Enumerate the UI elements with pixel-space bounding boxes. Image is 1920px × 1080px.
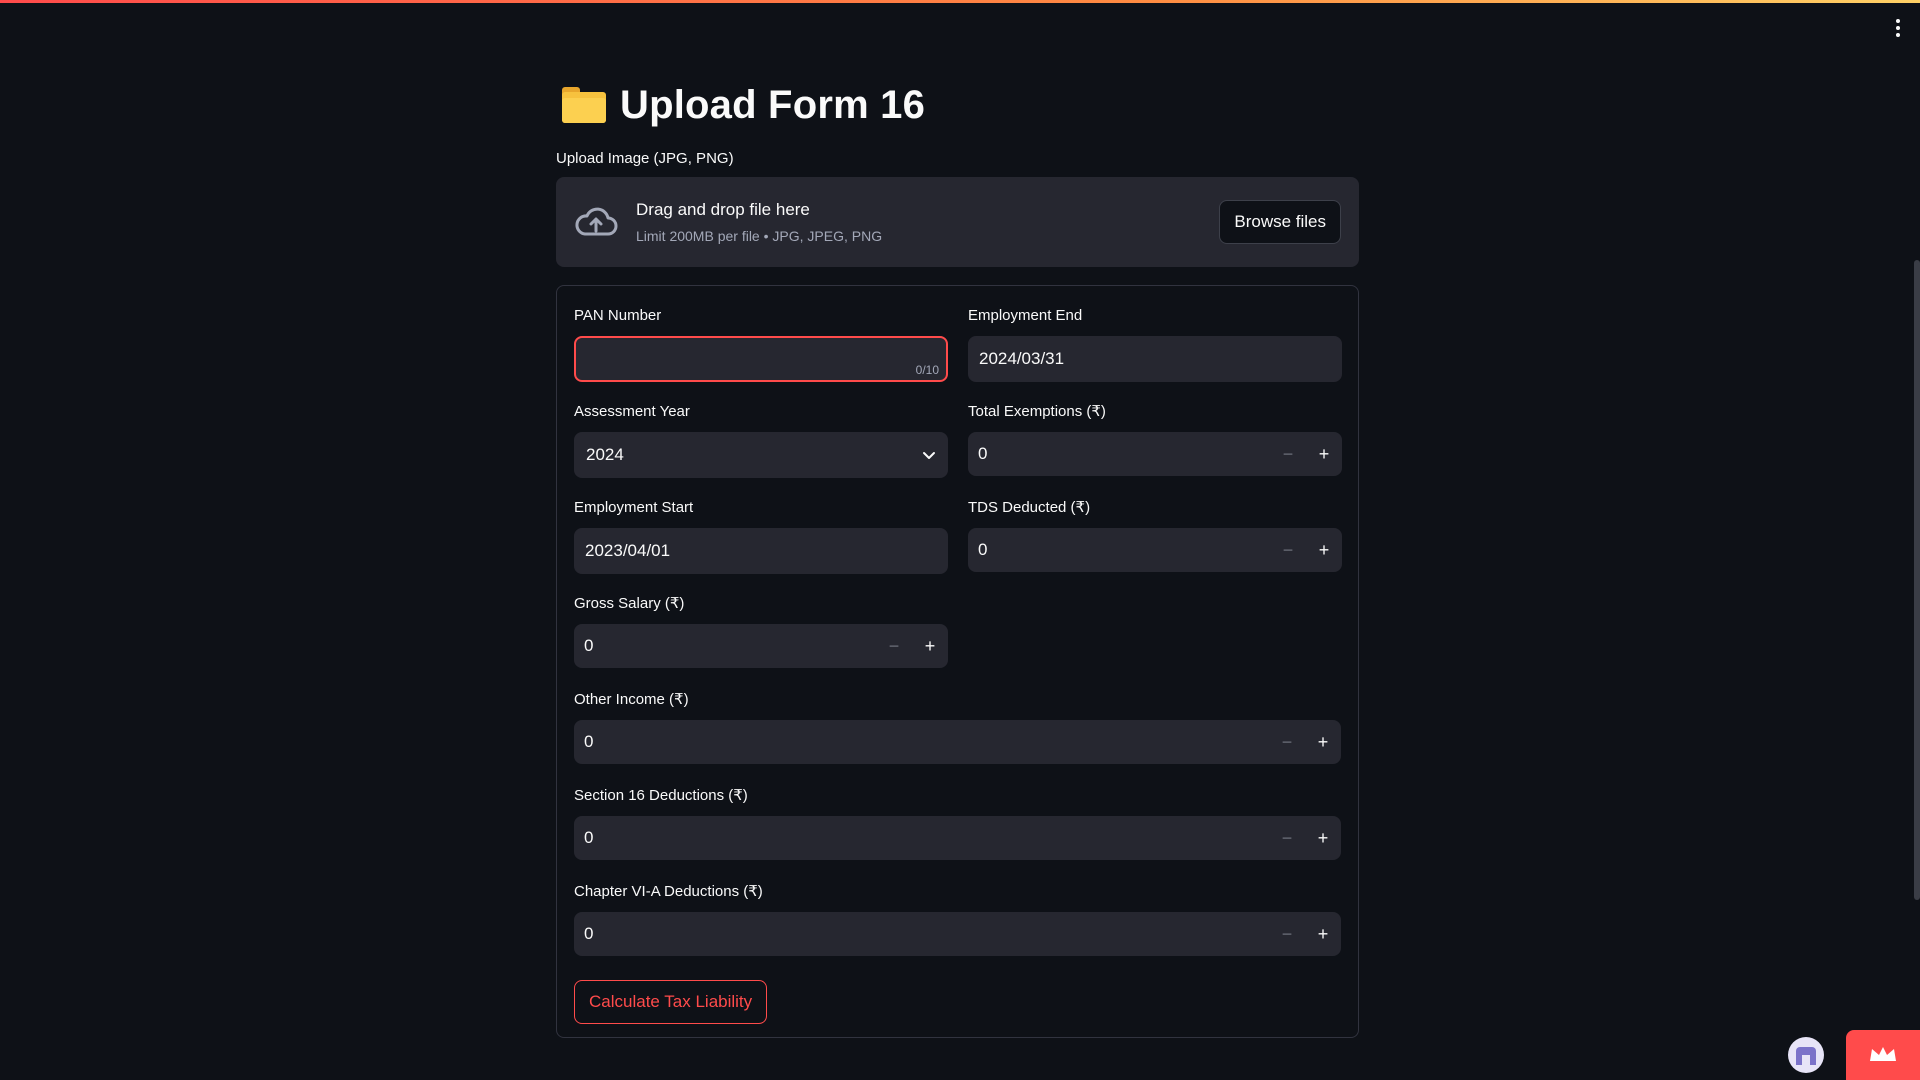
increment-button[interactable]: + [1306,528,1342,572]
tax-form: PAN Number 0/10 Employment End 2024/03/3… [556,285,1359,1038]
employment-end-input[interactable]: 2024/03/31 [968,336,1342,382]
total-exemptions-label: Total Exemptions (₹) [968,403,1106,420]
crown-glyph-icon [1870,1047,1896,1061]
pan-field: PAN Number 0/10 [574,304,948,400]
chapter6a-input[interactable]: 0 − + [574,912,1341,956]
section16-label: Section 16 Deductions (₹) [574,787,748,804]
increment-button[interactable]: + [1306,432,1342,476]
scrollbar[interactable] [1914,260,1920,900]
form-grid: PAN Number 0/10 Employment End 2024/03/3… [574,304,1342,688]
section16-field: Section 16 Deductions (₹) 0 − + [574,784,1341,880]
increment-button[interactable]: + [1305,720,1341,764]
pan-label: PAN Number [574,307,662,324]
decrement-button[interactable]: − [1269,720,1305,764]
top-decoration-stripe [0,0,1920,3]
total-exemptions-field: Total Exemptions (₹) 0 − + [968,400,1342,496]
pan-input[interactable]: 0/10 [574,336,948,382]
main-menu-button[interactable] [1890,16,1906,40]
tds-field: TDS Deducted (₹) 0 − + [968,496,1342,592]
main-container: Upload Form 16 Upload Image (JPG, PNG) D… [556,78,1359,1038]
decrement-button[interactable]: − [1270,528,1306,572]
folder-icon [562,87,606,123]
assessment-year-field: Assessment Year 2024 [574,400,948,496]
page-title: Upload Form 16 [620,82,926,127]
decrement-button[interactable]: − [876,624,912,668]
assessment-year-value: 2024 [586,445,624,464]
total-exemptions-input[interactable]: 0 − + [968,432,1342,476]
tds-label: TDS Deducted (₹) [968,499,1091,516]
menu-dot [1896,26,1900,30]
crown-icon[interactable] [1846,1030,1920,1080]
title-row: Upload Form 16 [562,78,1359,132]
employment-start-input[interactable]: 2023/04/01 [574,528,948,574]
decrement-button[interactable]: − [1269,912,1305,956]
section16-input[interactable]: 0 − + [574,816,1341,860]
pan-char-counter: 0/10 [915,363,939,377]
increment-button[interactable]: + [912,624,948,668]
chapter6a-value: 0 [584,924,594,943]
chapter6a-label: Chapter VI-A Deductions (₹) [574,883,763,900]
gross-salary-value: 0 [584,636,594,655]
employment-end-value: 2024/03/31 [979,349,1065,368]
employment-start-label: Employment Start [574,499,694,516]
employment-start-field: Employment Start 2023/04/01 [574,496,948,592]
dropzone-limit: Limit 200MB per file • JPG, JPEG, PNG [636,228,883,244]
cloud-upload-icon [575,207,618,236]
employment-start-value: 2023/04/01 [585,541,671,560]
dropzone-instructions: Drag and drop file here [636,200,810,219]
section16-value: 0 [584,828,594,847]
file-dropzone[interactable]: Drag and drop file here Limit 200MB per … [556,177,1359,267]
calculate-tax-button[interactable]: Calculate Tax Liability [574,980,768,1024]
dropzone-text: Drag and drop file here Limit 200MB per … [636,200,1219,244]
employment-end-label: Employment End [968,307,1083,324]
other-income-input[interactable]: 0 − + [574,720,1341,764]
avatar[interactable] [1788,1037,1824,1073]
assessment-year-label: Assessment Year [574,403,690,420]
empty-cell [968,592,1342,688]
other-income-field: Other Income (₹) 0 − + [574,688,1341,784]
decrement-button[interactable]: − [1269,816,1305,860]
total-exemptions-value: 0 [978,444,988,463]
gross-salary-input[interactable]: 0 − + [574,624,948,668]
upload-label: Upload Image (JPG, PNG) [556,150,734,167]
menu-dot [1896,19,1900,23]
tds-input[interactable]: 0 − + [968,528,1342,572]
employment-end-field: Employment End 2024/03/31 [968,304,1342,400]
menu-dot [1896,33,1900,37]
chapter6a-field: Chapter VI-A Deductions (₹) 0 − + [574,880,1341,976]
other-income-value: 0 [584,732,594,751]
gross-salary-field: Gross Salary (₹) 0 − + [574,592,948,688]
assessment-year-select[interactable]: 2024 [574,432,948,478]
decrement-button[interactable]: − [1270,432,1306,476]
chevron-down-icon [923,452,935,459]
other-income-label: Other Income (₹) [574,691,689,708]
increment-button[interactable]: + [1305,912,1341,956]
browse-files-button[interactable]: Browse files [1219,200,1341,244]
gross-salary-label: Gross Salary (₹) [574,595,685,612]
increment-button[interactable]: + [1305,816,1341,860]
tds-value: 0 [978,540,988,559]
